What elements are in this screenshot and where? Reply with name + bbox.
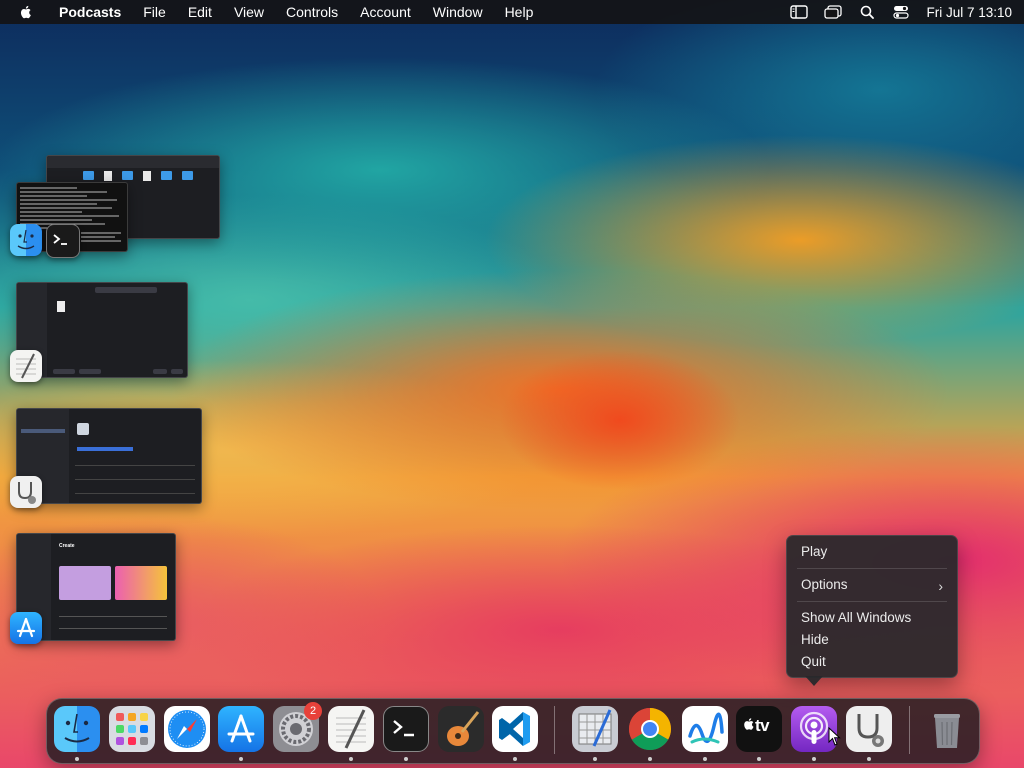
running-indicator	[404, 757, 408, 761]
running-indicator	[75, 757, 79, 761]
menu-item-quit[interactable]: Quit	[801, 653, 826, 671]
apple-tv-icon[interactable]: tv	[736, 706, 782, 752]
textedit-icon[interactable]	[10, 350, 42, 382]
menu-separator	[797, 568, 947, 569]
menu-controls[interactable]: Controls	[286, 4, 338, 20]
system-information-icon[interactable]	[846, 706, 892, 752]
running-indicator	[703, 757, 707, 761]
menu-item-show-all-windows[interactable]: Show All Windows	[801, 609, 911, 627]
chrome-icon[interactable]	[627, 706, 673, 752]
running-indicator	[239, 757, 243, 761]
folder-icon	[161, 171, 172, 180]
document-icon	[143, 171, 151, 181]
apple-tv-label: tv	[755, 716, 770, 735]
dock-separator	[909, 706, 910, 754]
menu-bar: Podcasts File Edit View Controls Account…	[0, 0, 1024, 24]
sidebar-toggle-icon[interactable]	[790, 3, 809, 21]
running-indicator	[513, 757, 517, 761]
running-indicator	[349, 757, 353, 761]
system-information-icon[interactable]	[10, 476, 42, 508]
menu-window[interactable]: Window	[433, 4, 483, 20]
system-information-window-thumbnail[interactable]	[16, 408, 202, 504]
textedit-icon[interactable]	[328, 706, 374, 752]
context-menu-pointer	[805, 676, 823, 686]
notification-badge: 2	[304, 702, 322, 720]
app-store-icon[interactable]	[10, 612, 42, 644]
dock-context-menu: Play Options › Show All Windows Hide Qui…	[786, 535, 958, 678]
vscode-icon[interactable]	[492, 706, 538, 752]
running-indicator	[812, 757, 816, 761]
finder-icon[interactable]	[10, 224, 42, 256]
menu-file[interactable]: File	[143, 4, 166, 20]
finder-icon[interactable]	[54, 706, 100, 752]
menu-clock[interactable]: Fri Jul 7 13:10	[926, 5, 1012, 20]
safari-icon[interactable]	[164, 706, 210, 752]
window-icon[interactable]	[824, 3, 843, 21]
menu-view[interactable]: View	[234, 4, 264, 20]
menu-item-hide[interactable]: Hide	[801, 631, 829, 649]
garageband-icon[interactable]	[438, 706, 484, 752]
freeform-icon[interactable]	[682, 706, 728, 752]
spotlight-search-icon[interactable]	[858, 3, 876, 21]
folder-icon	[122, 171, 133, 180]
menu-help[interactable]: Help	[505, 4, 534, 20]
chevron-right-icon: ›	[938, 578, 943, 594]
menu-app-name[interactable]: Podcasts	[59, 4, 121, 20]
app-store-icon[interactable]	[218, 706, 264, 752]
folder-icon	[83, 171, 94, 180]
launchpad-icon[interactable]	[109, 706, 155, 752]
menu-edit[interactable]: Edit	[188, 4, 212, 20]
script-editor-icon[interactable]	[572, 706, 618, 752]
control-center-icon[interactable]	[892, 3, 910, 21]
menu-item-options[interactable]: Options	[801, 576, 848, 594]
menu-account[interactable]: Account	[360, 4, 411, 20]
apple-menu-icon[interactable]	[18, 4, 34, 20]
dock-separator	[554, 706, 555, 754]
running-indicator	[593, 757, 597, 761]
terminal-icon[interactable]	[46, 224, 80, 258]
running-indicator	[648, 757, 652, 761]
document-icon	[104, 171, 112, 181]
folder-icon	[182, 171, 193, 180]
terminal-icon[interactable]	[383, 706, 429, 752]
mouse-pointer-icon	[828, 726, 842, 747]
running-indicator	[867, 757, 871, 761]
trash-icon[interactable]	[924, 706, 970, 752]
app-store-thumbnail-heading: Create	[59, 543, 75, 549]
running-indicator	[757, 757, 761, 761]
menu-item-play[interactable]: Play	[801, 543, 827, 561]
menu-separator	[797, 601, 947, 602]
